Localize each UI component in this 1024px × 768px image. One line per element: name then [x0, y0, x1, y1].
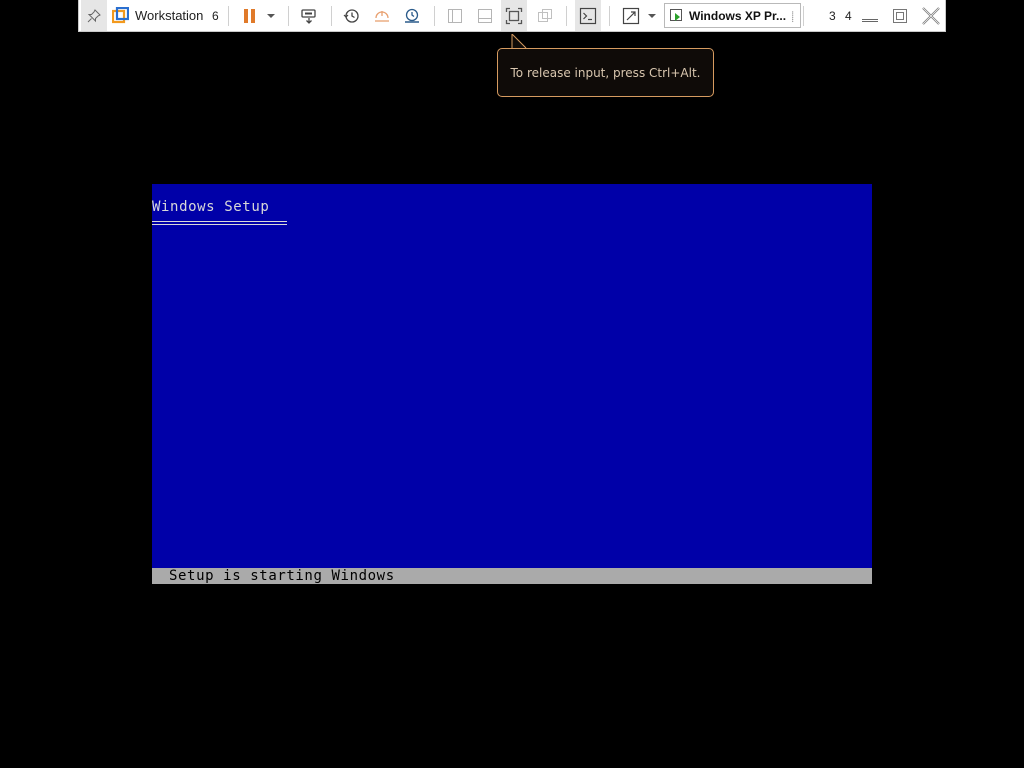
close-button[interactable]	[919, 0, 943, 31]
app-version-label: 6	[212, 8, 219, 23]
unity-button[interactable]	[533, 0, 557, 31]
console-view-button[interactable]	[575, 0, 601, 31]
tooltip-text: To release input, press Ctrl+Alt.	[510, 65, 701, 80]
release-input-tooltip: To release input, press Ctrl+Alt.	[497, 48, 714, 97]
close-icon	[922, 6, 940, 25]
app-version: 6	[212, 0, 219, 31]
console-icon	[579, 7, 597, 24]
guest-screen[interactable]: Windows Setup Setup is starting Windows	[152, 184, 872, 584]
snapshot-clock-icon	[343, 8, 359, 23]
vm-numbers-label: 3 4	[829, 8, 855, 23]
vm-tab[interactable]: Windows XP Pr... ⸽	[664, 3, 801, 28]
vmware-logo-icon	[111, 7, 129, 24]
revert-snapshot-icon	[375, 10, 389, 22]
vmware-fullscreen-toolbar: Workstation 6 Windows XP Pr... ⸽ 3 4	[78, 0, 946, 32]
vm-running-icon	[670, 8, 682, 21]
stretch-menu-dropdown[interactable]	[645, 0, 659, 31]
restore-icon	[893, 8, 907, 23]
setup-status-text: Setup is starting Windows	[169, 568, 395, 584]
toolbar-separator	[228, 6, 229, 26]
take-snapshot-button[interactable]	[339, 0, 363, 31]
vm-tab-handle-icon: ⸽	[791, 11, 794, 23]
restore-button[interactable]	[889, 0, 911, 31]
toolbar-separator	[566, 6, 567, 26]
toolbar-separator	[288, 6, 289, 26]
pin-icon	[87, 8, 101, 22]
chevron-down-icon	[267, 13, 275, 18]
thumbnail-bar-icon	[478, 8, 492, 23]
pin-toolbar-button[interactable]	[81, 0, 107, 31]
full-screen-button[interactable]	[501, 0, 527, 31]
stretch-guest-button[interactable]	[619, 0, 643, 31]
show-library-button[interactable]	[443, 0, 467, 31]
power-menu-dropdown[interactable]	[263, 0, 279, 31]
toolbar-separator	[434, 6, 435, 26]
app-name-label: Workstation	[135, 8, 204, 23]
stretch-icon	[622, 7, 640, 24]
setup-status-bar: Setup is starting Windows	[152, 568, 872, 584]
chevron-down-icon	[648, 13, 656, 18]
toolbar-separator	[803, 6, 804, 26]
minimize-icon	[862, 18, 878, 22]
snapshot-manager-button[interactable]	[400, 0, 424, 31]
full-screen-icon	[505, 7, 523, 24]
vmware-logo	[110, 0, 130, 31]
setup-title-underline	[152, 221, 287, 225]
setup-title: Windows Setup	[152, 199, 270, 215]
minimize-button[interactable]	[859, 0, 881, 31]
app-name: Workstation	[135, 0, 203, 31]
library-panel-icon	[448, 8, 462, 23]
snapshot-manager-icon	[405, 8, 419, 23]
toolbar-separator	[331, 6, 332, 26]
send-keys-icon	[301, 8, 316, 24]
revert-snapshot-button[interactable]	[370, 0, 394, 31]
pause-icon	[244, 8, 255, 23]
vm-numbers: 3 4	[829, 0, 855, 31]
vm-tab-label: Windows XP Pr...	[689, 8, 787, 23]
send-ctrl-alt-del-button[interactable]	[297, 0, 321, 31]
show-thumbnail-bar-button[interactable]	[473, 0, 497, 31]
toolbar-separator	[609, 6, 610, 26]
pause-button[interactable]	[239, 0, 261, 31]
unity-icon	[538, 8, 552, 22]
